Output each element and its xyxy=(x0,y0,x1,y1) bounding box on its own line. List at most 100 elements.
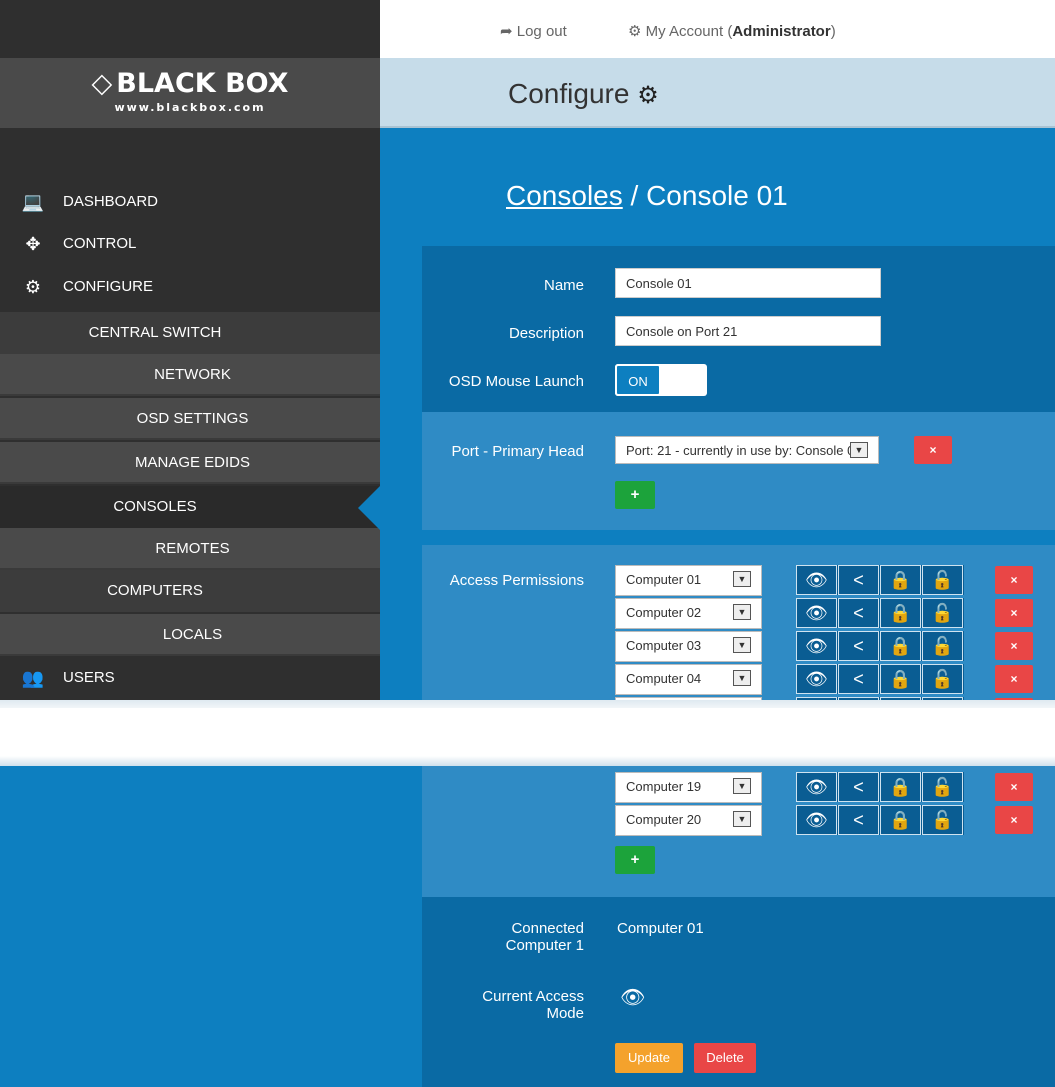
tear-edge xyxy=(0,756,1055,766)
private-lock-icon[interactable]: 🔒 xyxy=(880,631,921,661)
sidebar-item-control[interactable]: ✥ CONTROL xyxy=(0,223,380,265)
sidebar-item-users[interactable]: 👥 USERS xyxy=(0,657,380,699)
gears-icon: ⚙ xyxy=(24,277,42,297)
port-select[interactable]: Port: 21 - currently in use by: Console … xyxy=(615,436,879,464)
chevron-down-icon: ▼ xyxy=(850,442,868,458)
eye-icon[interactable]: 👁 xyxy=(796,565,837,595)
update-button[interactable]: Update xyxy=(615,1043,683,1073)
sidebar-item-central-switch[interactable]: CENTRAL SWITCH xyxy=(0,312,380,354)
add-port-button[interactable]: + xyxy=(615,481,655,509)
exclusive-lock-icon[interactable]: 🔓 xyxy=(922,631,963,661)
access-computer-select[interactable]: Computer 20 ▼ xyxy=(615,805,762,836)
sidebar-item-label: OSD SETTINGS xyxy=(136,410,249,427)
eye-icon: 👁 xyxy=(620,987,646,1009)
remove-port-button[interactable]: × xyxy=(914,436,952,464)
access-mode-buttons: 👁<🔒🔓 xyxy=(796,631,964,661)
sidebar-item-label: DASHBOARD xyxy=(63,193,159,210)
breadcrumb: Consoles / Console 01 xyxy=(506,180,788,211)
private-lock-icon[interactable]: 🔒 xyxy=(880,805,921,835)
access-mode-buttons: 👁<🔒🔓 xyxy=(796,598,964,628)
private-lock-icon[interactable]: 🔒 xyxy=(880,664,921,694)
port-primary-head-label: Port - Primary Head xyxy=(451,443,584,460)
add-access-permission-button[interactable]: + xyxy=(615,846,655,874)
logout-link[interactable]: ➦ Log out xyxy=(500,22,567,40)
share-icon[interactable]: < xyxy=(838,565,879,595)
gears-icon: ⚙ xyxy=(637,82,659,109)
exclusive-lock-icon[interactable]: 🔓 xyxy=(922,664,963,694)
breadcrumb-current: Console 01 xyxy=(646,180,788,211)
connected-computer-label: Connected Computer 1 xyxy=(505,920,584,954)
account-role: Administrator xyxy=(732,23,831,40)
eye-icon[interactable]: 👁 xyxy=(796,664,837,694)
sidebar-item-label: CENTRAL SWITCH xyxy=(88,324,222,341)
gears-icon: ⚙ xyxy=(628,23,646,40)
sidebar-item-locals[interactable]: LOCALS xyxy=(0,614,380,656)
page-title: Configure ⚙ xyxy=(508,78,659,109)
access-computer-select[interactable]: Computer 19 ▼ xyxy=(615,772,762,803)
name-field[interactable]: Console 01 xyxy=(615,268,881,298)
sidebar-top-strip xyxy=(0,0,380,58)
share-icon[interactable]: < xyxy=(838,631,879,661)
eye-icon[interactable]: 👁 xyxy=(796,598,837,628)
private-lock-icon[interactable]: 🔒 xyxy=(880,772,921,802)
exclusive-lock-icon[interactable]: 🔓 xyxy=(922,772,963,802)
description-field[interactable]: Console on Port 21 xyxy=(615,316,881,346)
private-lock-icon[interactable]: 🔒 xyxy=(880,565,921,595)
eye-icon[interactable]: 👁 xyxy=(796,631,837,661)
sidebar-item-dashboard[interactable]: 💻 DASHBOARD xyxy=(0,181,380,223)
top-bar: ➦ Log out ⚙ My Account (Administrator) xyxy=(380,0,1055,58)
sidebar-item-label: COMPUTERS xyxy=(107,582,203,599)
sidebar-item-remotes[interactable]: REMOTES xyxy=(0,528,380,570)
private-lock-icon[interactable]: 🔒 xyxy=(880,598,921,628)
sidebar-item-label: MANAGE EDIDS xyxy=(134,454,251,471)
move-arrows-icon: ✥ xyxy=(25,234,41,254)
sidebar-item-computers[interactable]: COMPUTERS xyxy=(0,570,380,612)
exclusive-lock-icon[interactable]: 🔓 xyxy=(922,565,963,595)
share-icon[interactable]: < xyxy=(838,772,879,802)
sidebar-item-network[interactable]: NETWORK xyxy=(0,354,380,396)
breadcrumb-consoles-link[interactable]: Consoles xyxy=(506,180,623,211)
access-computer-select[interactable]: Computer 04 ▼ xyxy=(615,664,762,695)
eye-icon[interactable]: 👁 xyxy=(796,805,837,835)
exclusive-lock-icon[interactable]: 🔓 xyxy=(922,805,963,835)
port-panel xyxy=(422,412,1055,530)
remove-access-button[interactable]: × xyxy=(995,566,1033,594)
sidebar: ◇ BLACK BOX www.blackbox.com 💻 DASHBOARD … xyxy=(0,0,380,1087)
sidebar-item-consoles[interactable]: CONSOLES xyxy=(0,486,380,528)
remove-access-button[interactable]: × xyxy=(995,665,1033,693)
name-label: Name xyxy=(543,277,584,294)
access-computer-select[interactable]: Computer 02 ▼ xyxy=(615,598,762,629)
remove-access-button[interactable]: × xyxy=(995,632,1033,660)
share-icon[interactable]: < xyxy=(838,664,879,694)
chevron-down-icon: ▼ xyxy=(733,778,751,794)
access-mode-buttons: 👁<🔒🔓 xyxy=(796,805,964,835)
access-computer-select[interactable]: Computer 03 ▼ xyxy=(615,631,762,662)
current-access-mode-label: Current Access Mode xyxy=(482,988,584,1022)
osd-mouse-launch-toggle[interactable]: ON xyxy=(615,364,707,396)
diamond-logo-icon: ◇ xyxy=(91,68,113,99)
remove-access-button[interactable]: × xyxy=(995,806,1033,834)
sidebar-item-label: REMOTES xyxy=(155,540,230,557)
share-icon[interactable]: < xyxy=(838,805,879,835)
chevron-down-icon: ▼ xyxy=(733,637,751,653)
sidebar-item-configure[interactable]: ⚙ CONFIGURE xyxy=(0,266,380,308)
remove-access-button[interactable]: × xyxy=(995,773,1033,801)
users-icon: 👥 xyxy=(21,668,45,688)
brand-logo[interactable]: ◇ BLACK BOX www.blackbox.com xyxy=(0,58,380,128)
remove-access-button[interactable]: × xyxy=(995,599,1033,627)
chevron-down-icon: ▼ xyxy=(733,811,751,827)
delete-button[interactable]: Delete xyxy=(694,1043,756,1073)
chevron-down-icon: ▼ xyxy=(733,670,751,686)
exclusive-lock-icon[interactable]: 🔓 xyxy=(922,598,963,628)
sidebar-item-osd-settings[interactable]: OSD SETTINGS xyxy=(0,398,380,440)
sidebar-item-manage-edids[interactable]: MANAGE EDIDS xyxy=(0,442,380,484)
chevron-down-icon: ▼ xyxy=(733,604,751,620)
chevron-down-icon: ▼ xyxy=(733,571,751,587)
osd-mouse-launch-label: OSD Mouse Launch xyxy=(448,373,584,390)
access-mode-buttons: 👁<🔒🔓 xyxy=(796,565,964,595)
my-account-link[interactable]: ⚙ My Account (Administrator) xyxy=(628,22,836,40)
access-computer-select[interactable]: Computer 01 ▼ xyxy=(615,565,762,596)
share-icon[interactable]: < xyxy=(838,598,879,628)
eye-icon[interactable]: 👁 xyxy=(796,772,837,802)
access-mode-buttons: 👁<🔒🔓 xyxy=(796,772,964,802)
